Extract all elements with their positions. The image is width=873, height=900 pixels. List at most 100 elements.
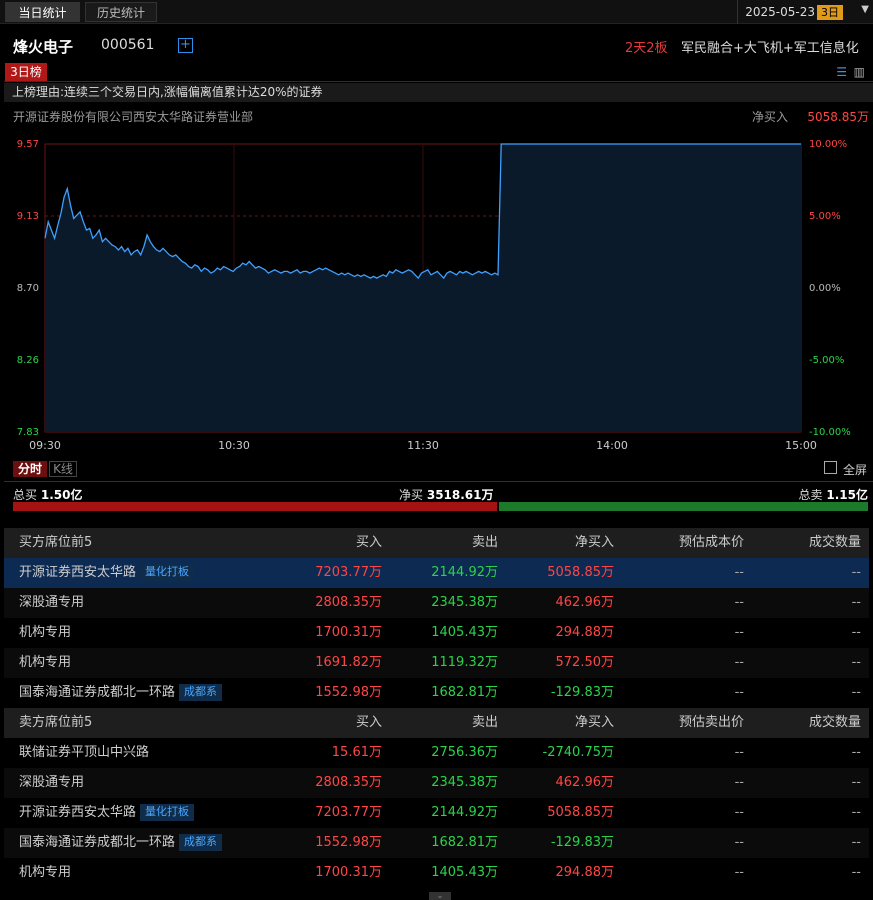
column-header: 卖方席位前5 (19, 715, 93, 730)
tab-kline[interactable]: K线 (49, 461, 77, 477)
seat-name[interactable]: 机构专用 (19, 865, 71, 880)
sell-seats-table: 卖方席位前5 买入 卖出 净买入 预估卖出价 成交数量 联储证券平顶山中兴路 15.61万 27… (4, 708, 873, 888)
column-header[interactable]: 预估成本价 (679, 528, 744, 558)
fullscreen-icon[interactable] (824, 461, 837, 474)
divider (737, 0, 738, 24)
seat-cell[interactable]: 深股通专用 (19, 768, 84, 798)
sell-amount: 1682.81万 (431, 685, 498, 700)
column-header[interactable]: 卖出 (472, 708, 498, 738)
x-tick-label: 11:30 (407, 439, 439, 452)
seat-tag[interactable]: 成都系 (179, 684, 223, 701)
qty-cell: -- (851, 775, 861, 790)
net-amount: 5058.85万 (547, 565, 614, 580)
tab-history-stats[interactable]: 历史统计 (85, 2, 157, 22)
net-amount: -129.83万 (550, 685, 614, 700)
seat-tag[interactable]: 量化打板 (140, 564, 195, 581)
seat-cell[interactable]: 开源证券西安太华路 量化打板 (19, 558, 195, 588)
seat-tag[interactable]: 成都系 (179, 834, 223, 851)
seat-name[interactable]: 开源证券西安太华路 (19, 565, 136, 580)
price-cell: -- (734, 655, 744, 670)
price-cell: -- (734, 865, 744, 880)
seat-name[interactable]: 国泰海通证券成都北一环路 (19, 685, 175, 700)
intraday-chart[interactable]: 9.57 10.00% 9.13 5.00% 8.70 0.00% 8.26 -5.00% 7.… (0, 130, 873, 455)
buy-amount: 1700.31万 (315, 865, 382, 880)
chevron-down-icon[interactable]: ▼ (861, 4, 869, 15)
net-buy-summary: 净买 3518.61万 (399, 486, 494, 503)
seat-cell[interactable]: 深股通专用 (19, 588, 84, 618)
column-header[interactable]: 预估卖出价 (679, 708, 744, 738)
qty-cell: -- (851, 565, 861, 580)
listing-reason: 上榜理由:连续三个交易日内,涨幅偏离值累计达20%的证券 (4, 83, 873, 102)
table-row[interactable]: 开源证券西安太华路 量化打板 7203.77万 2144.92万 5058.85万 -- -… (4, 558, 869, 588)
net-buy-value: 5058.85万 (807, 110, 869, 124)
seat-name[interactable]: 深股通专用 (19, 595, 84, 610)
column-header[interactable]: 净买入 (575, 528, 614, 558)
period-badge[interactable]: 3日 (817, 5, 843, 20)
table-row[interactable]: 国泰海通证券成都北一环路 成都系 1552.98万 1682.81万 -129.83万 -… (4, 678, 869, 708)
sell-amount: 2144.92万 (431, 805, 498, 820)
seat-name[interactable]: 开源证券西安太华路 (19, 805, 136, 820)
seat-cell[interactable]: 国泰海通证券成都北一环路 成都系 (19, 678, 223, 708)
column-header[interactable]: 买入 (356, 528, 382, 558)
sell-amount: 2345.38万 (431, 775, 498, 790)
price-cell: -- (734, 805, 744, 820)
price-cell: -- (734, 565, 744, 580)
seat-name[interactable]: 国泰海通证券成都北一环路 (19, 835, 175, 850)
net-buy-summary-label: 净买 (399, 488, 424, 502)
column-header[interactable]: 成交数量 (809, 528, 861, 558)
fullscreen-label[interactable]: 全屏 (843, 461, 867, 478)
y-tick-label-left: 9.13 (17, 211, 39, 222)
chevron-down-icon[interactable]: ⌄ (429, 892, 451, 900)
bar-chart-icon[interactable]: ▥ (854, 65, 865, 79)
price-cell: -- (734, 625, 744, 640)
table-row[interactable]: 机构专用 1700.31万 1405.43万 294.88万 -- -- (4, 858, 869, 888)
table-row[interactable]: 深股通专用 2808.35万 2345.38万 462.96万 -- -- (4, 768, 869, 798)
net-amount: -2740.75万 (542, 745, 614, 760)
seat-cell[interactable]: 国泰海通证券成都北一环路 成都系 (19, 828, 223, 858)
seat-cell[interactable]: 机构专用 (19, 858, 71, 888)
seat-tag[interactable]: 量化打板 (140, 804, 195, 821)
date-display[interactable]: 2025-05-23 (745, 3, 815, 21)
column-header[interactable]: 净买入 (575, 708, 614, 738)
table-row[interactable]: 国泰海通证券成都北一环路 成都系 1552.98万 1682.81万 -129.83万 -… (4, 828, 869, 858)
tab-intraday[interactable]: 分时 (13, 461, 47, 477)
table-row[interactable]: 深股通专用 2808.35万 2345.38万 462.96万 -- -- (4, 588, 869, 618)
seat-cell[interactable]: 机构专用 (19, 648, 71, 678)
y-tick-label-right: -5.00% (809, 355, 844, 366)
seat-name[interactable]: 联储证券平顶山中兴路 (19, 745, 149, 760)
x-tick-label: 09:30 (29, 439, 61, 452)
y-tick-label-right: 10.00% (809, 139, 847, 150)
qty-cell: -- (851, 685, 861, 700)
seat-name[interactable]: 机构专用 (19, 655, 71, 670)
column-header[interactable]: 买入 (356, 708, 382, 738)
table-row[interactable]: 开源证券西安太华路 量化打板 7203.77万 2144.92万 5058.85万 -- -… (4, 798, 869, 828)
buy-amount: 2808.35万 (315, 595, 382, 610)
x-tick-label: 14:00 (596, 439, 628, 452)
table-header: 买方席位前5 买入 卖出 净买入 预估成本价 成交数量 (4, 528, 869, 558)
column-header: 买方席位前5 (19, 535, 93, 550)
seat-name[interactable]: 机构专用 (19, 625, 71, 640)
tab-today-stats[interactable]: 当日统计 (5, 2, 80, 22)
column-header[interactable]: 成交数量 (809, 708, 861, 738)
price-cell: -- (734, 595, 744, 610)
list-view-icon[interactable]: ☰ (836, 65, 847, 79)
sell-amount: 2345.38万 (431, 595, 498, 610)
column-header[interactable]: 卖出 (472, 528, 498, 558)
rank-bar (4, 62, 873, 82)
table-row[interactable]: 机构专用 1700.31万 1405.43万 294.88万 -- -- (4, 618, 869, 648)
limit-up-boards: 2天2板 (625, 41, 668, 56)
seat-cell[interactable]: 联储证券平顶山中兴路 (19, 738, 149, 768)
buy-amount: 1700.31万 (315, 625, 382, 640)
buy-ratio-bar (13, 502, 497, 511)
seat-cell[interactable]: 开源证券西安太华路 量化打板 (19, 798, 195, 828)
seat-name[interactable]: 深股通专用 (19, 775, 84, 790)
buy-amount: 15.61万 (331, 745, 382, 760)
rank-badge[interactable]: 3日榜 (5, 63, 47, 81)
qty-cell: -- (851, 865, 861, 880)
sell-amount: 1682.81万 (431, 835, 498, 850)
seat-cell[interactable]: 机构专用 (19, 618, 71, 648)
table-row[interactable]: 联储证券平顶山中兴路 15.61万 2756.36万 -2740.75万 -- -- (4, 738, 869, 768)
table-row[interactable]: 机构专用 1691.82万 1119.32万 572.50万 -- -- (4, 648, 869, 678)
add-watchlist-icon[interactable]: + (178, 38, 193, 53)
net-buy-summary-value: 3518.61万 (426, 488, 494, 502)
